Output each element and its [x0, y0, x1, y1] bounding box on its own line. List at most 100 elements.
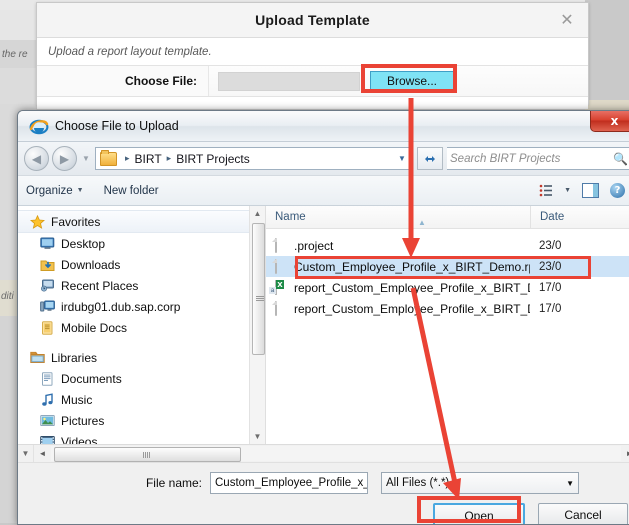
blank-file-icon [275, 259, 288, 274]
tree-group-libraries[interactable]: Libraries [18, 347, 265, 368]
search-input[interactable]: Search BIRT Projects 🔍 [447, 147, 629, 170]
xml-file-icon [275, 301, 288, 316]
cancel-button[interactable]: Cancel [538, 503, 628, 524]
file-date-cell: 17/0 [539, 302, 562, 315]
tree-label-libraries: Libraries [51, 350, 98, 365]
column-header-date-label: Date [540, 211, 565, 223]
explorer-body: Favorites Desktop Downloads Recent Place… [18, 206, 629, 444]
nav-scroll-down-arrow[interactable]: ▼ [18, 445, 34, 462]
file-path-input[interactable] [218, 71, 360, 91]
scrollbar-thumb[interactable] [252, 223, 265, 355]
browse-button[interactable]: Browse... [370, 70, 455, 92]
file-name-cell: report_Custom_Employee_Profile_x_BIRT_De… [266, 280, 530, 295]
upload-dialog-footer [37, 97, 588, 109]
music-icon [40, 392, 55, 407]
star-icon [30, 214, 45, 229]
tree-item-music[interactable]: Music [18, 389, 265, 410]
breadcrumb-separator-1: ▸ [125, 153, 130, 163]
open-button[interactable]: Open [433, 503, 525, 524]
close-icon[interactable]: ✕ [558, 11, 576, 29]
breadcrumb-item-birt-projects[interactable]: BIRT Projects [176, 152, 250, 166]
downloads-icon [40, 258, 55, 272]
back-arrow-icon[interactable]: ◀ [24, 146, 49, 171]
file-type-filter-select[interactable]: All Files (*.*) ▼ [381, 472, 579, 494]
file-name-label: Custom_Employee_Profile_x_BIRT_Demo.rptd… [294, 259, 530, 274]
folder-icon [100, 149, 117, 166]
organize-menu-button[interactable]: Organize ▼ [26, 185, 84, 197]
choose-file-row: Choose File: Browse... [37, 63, 588, 97]
horizontal-scroll-track[interactable] [51, 446, 621, 462]
table-row[interactable]: .project 23/0 [266, 235, 629, 256]
file-name-label: .project [294, 238, 334, 253]
tree-label-mobile-docs: Mobile Docs [61, 320, 128, 335]
tree-label-recent-places: Recent Places [61, 278, 139, 293]
scrollbar-grip [256, 296, 264, 302]
upload-template-dialog: Upload Template ✕ Upload a report layout… [36, 2, 589, 109]
file-name-input[interactable]: Custom_Employee_Profile_x_BIRT_ ▼ [210, 472, 368, 494]
file-date-cell: 23/0 [539, 239, 562, 252]
horizontal-scroll-thumb[interactable] [54, 447, 241, 462]
choose-file-dialog: Choose File to Upload x ◀ ▶ ▼ ▸ BIRT ▸ B… [17, 110, 629, 525]
tree-item-downloads[interactable]: Downloads [18, 254, 265, 275]
column-header-date[interactable]: Date [530, 206, 564, 228]
file-name-row: File name: Custom_Employee_Profile_x_BIR… [18, 463, 629, 494]
close-window-button[interactable]: x [590, 111, 629, 132]
tree-label-documents: Documents [61, 371, 122, 386]
toolbar-right-group: ▼ ? [539, 183, 629, 198]
address-bar[interactable]: ▸ BIRT ▸ BIRT Projects ▼ [95, 147, 413, 170]
file-name-cell: .project [266, 238, 530, 253]
tree-label-network-computer: irdubg01.dub.sap.corp [61, 299, 181, 314]
internet-explorer-icon [29, 116, 49, 136]
navigation-bar: ◀ ▶ ▼ ▸ BIRT ▸ BIRT Projects ▼ Search BI… [18, 142, 629, 176]
upload-dialog-titlebar: Upload Template ✕ [37, 3, 588, 38]
background-text-fragment-1: the re [2, 49, 28, 60]
horizontal-scrollbar[interactable]: ▼ ◄ ► [18, 444, 629, 462]
history-chevron-down-icon[interactable]: ▼ [80, 148, 92, 170]
new-folder-button[interactable]: New folder [104, 185, 159, 197]
file-name-cell: report_Custom_Employee_Profile_x_BIRT_De… [266, 301, 530, 316]
preview-pane-icon[interactable] [582, 183, 599, 198]
scroll-down-arrow[interactable]: ▼ [250, 429, 265, 444]
forward-arrow-icon[interactable]: ▶ [52, 146, 77, 171]
view-options-icon[interactable] [539, 184, 553, 197]
dialog-button-row: Open Cancel [18, 494, 629, 524]
refresh-icon[interactable] [417, 147, 443, 170]
horizontal-scroll-grip [143, 452, 151, 458]
tree-item-recent-places[interactable]: Recent Places [18, 275, 265, 296]
file-list-header: Name ▲ Date [266, 206, 629, 229]
tree-item-desktop[interactable]: Desktop [18, 233, 265, 254]
scroll-right-arrow[interactable]: ► [621, 449, 629, 458]
file-name-cell: Custom_Employee_Profile_x_BIRT_Demo.rptd… [266, 259, 530, 274]
search-icon: 🔍 [613, 151, 628, 166]
tree-group-favorites[interactable]: Favorites [18, 210, 265, 233]
navigation-pane: Favorites Desktop Downloads Recent Place… [18, 206, 266, 444]
help-icon[interactable]: ? [610, 183, 625, 198]
scroll-up-arrow[interactable]: ▲ [250, 206, 265, 221]
tree-label-music: Music [61, 392, 93, 407]
chevron-down-icon[interactable]: ▼ [566, 479, 574, 488]
view-chevron-down-icon[interactable]: ▼ [564, 187, 571, 194]
file-dialog-title: Choose File to Upload [55, 119, 179, 133]
file-dialog-titlebar: Choose File to Upload x [18, 111, 629, 142]
blank-file-icon [275, 238, 288, 253]
column-header-name[interactable]: Name ▲ [266, 211, 530, 227]
table-row[interactable]: Custom_Employee_Profile_x_BIRT_Demo.rptd… [266, 256, 629, 277]
tree-item-pictures[interactable]: Pictures [18, 410, 265, 431]
navigation-tree: Favorites Desktop Downloads Recent Place… [18, 206, 265, 444]
breadcrumb-item-birt[interactable]: BIRT [135, 152, 162, 166]
table-row[interactable]: report_Custom_Employee_Profile_x_BIRT_De… [266, 277, 629, 298]
address-chevron-down-icon[interactable]: ▼ [394, 154, 410, 163]
tree-item-documents[interactable]: Documents [18, 368, 265, 389]
navigation-pane-scrollbar[interactable]: ▲ ▼ [249, 206, 265, 444]
tree-item-videos[interactable]: Videos [18, 431, 265, 444]
desktop-icon [40, 237, 55, 251]
explorer-toolbar: Organize ▼ New folder ▼ ? [18, 176, 629, 206]
background-strip-a [0, 10, 36, 40]
tree-item-mobile-docs[interactable]: Mobile Docs [18, 317, 265, 338]
scroll-left-arrow[interactable]: ◄ [34, 449, 51, 458]
choose-file-label: Choose File: [37, 66, 209, 96]
table-row[interactable]: report_Custom_Employee_Profile_x_BIRT_De… [266, 298, 629, 319]
file-name-value: Custom_Employee_Profile_x_BIRT_ [215, 477, 367, 489]
tree-item-network-computer[interactable]: irdubg01.dub.sap.corp [18, 296, 265, 317]
documents-icon [40, 371, 55, 386]
